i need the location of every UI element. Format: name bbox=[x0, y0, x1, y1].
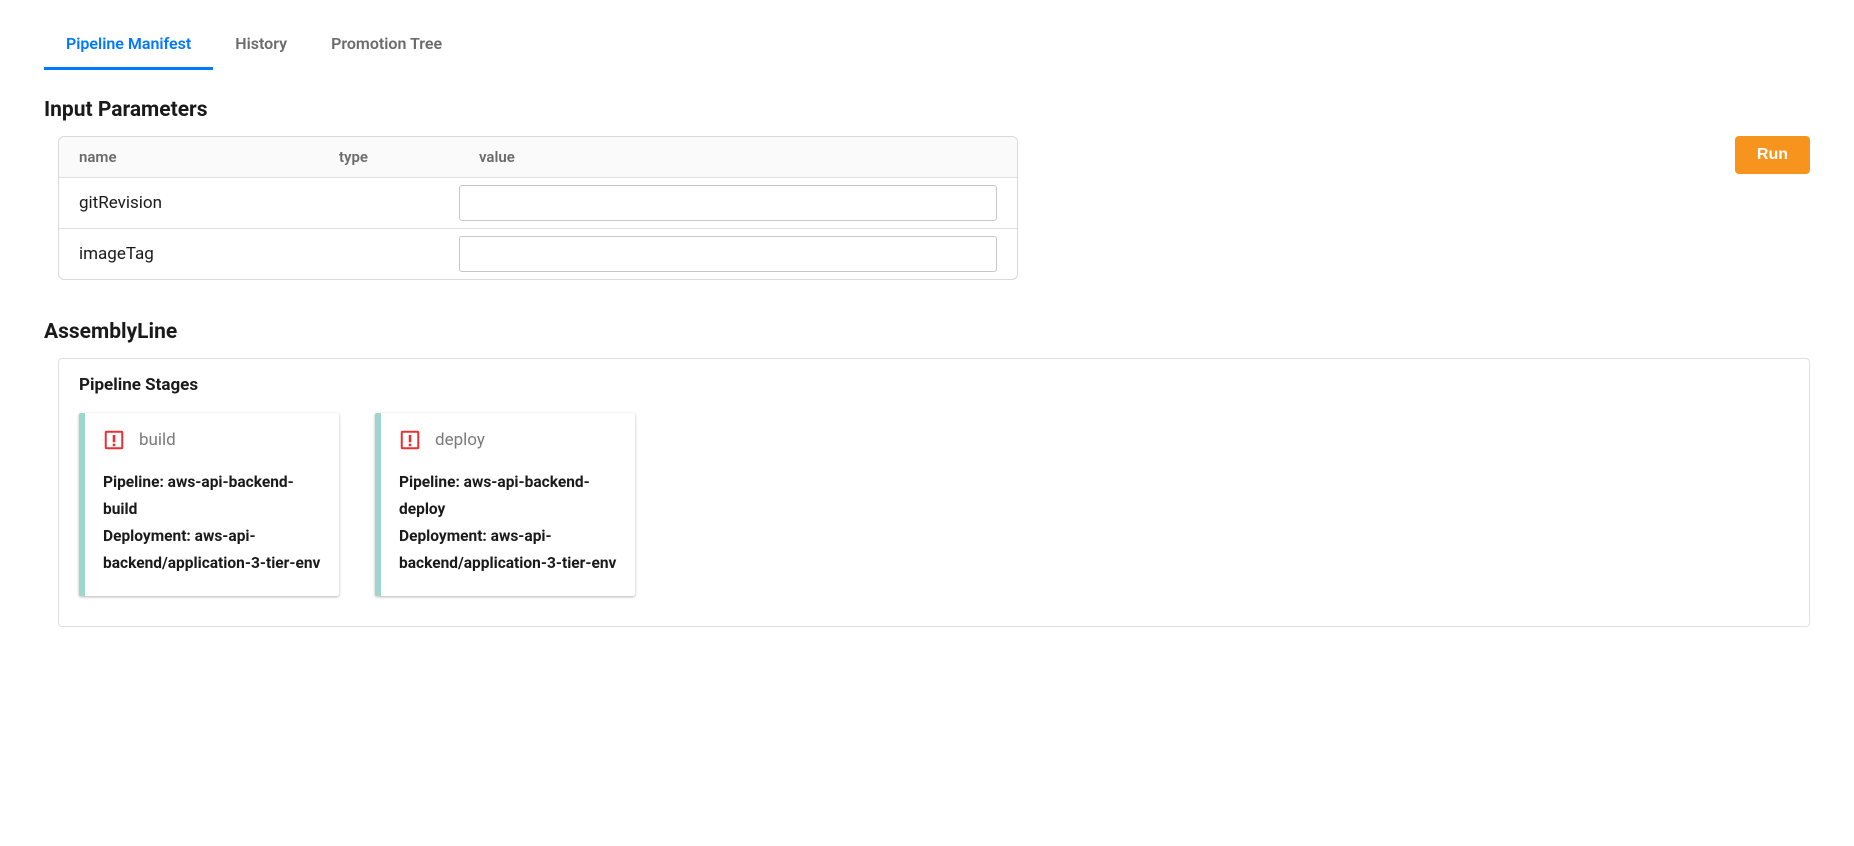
run-area: Run bbox=[1735, 136, 1810, 174]
warning-square-icon bbox=[399, 429, 421, 451]
stage-name: deploy bbox=[435, 430, 485, 450]
param-type bbox=[319, 192, 459, 214]
table-header-row: name type value bbox=[59, 137, 1017, 178]
param-name: imageTag bbox=[59, 233, 319, 275]
col-value: value bbox=[459, 137, 1017, 177]
param-value-cell bbox=[459, 229, 1017, 279]
tab-pipeline-manifest[interactable]: Pipeline Manifest bbox=[44, 20, 213, 70]
table-row: imageTag bbox=[59, 229, 1017, 279]
tab-promotion-tree[interactable]: Promotion Tree bbox=[309, 20, 464, 70]
stages-row: build Pipeline: aws-api-backend-build De… bbox=[79, 413, 1789, 596]
stage-card-deploy[interactable]: deploy Pipeline: aws-api-backend-deploy … bbox=[375, 413, 635, 596]
stage-head: build bbox=[103, 429, 321, 451]
warning-square-icon bbox=[103, 429, 125, 451]
pipeline-stages-title: Pipeline Stages bbox=[79, 375, 1789, 395]
input-parameters-heading: Input Parameters bbox=[44, 98, 1810, 122]
table-row: gitRevision bbox=[59, 178, 1017, 229]
col-name: name bbox=[59, 137, 319, 177]
stage-deployment-line: Deployment: aws-api-backend/application-… bbox=[399, 523, 617, 577]
stage-pipeline-line: Pipeline: aws-api-backend-build bbox=[103, 469, 321, 523]
tabs-bar: Pipeline Manifest History Promotion Tree bbox=[44, 20, 1810, 70]
tab-history[interactable]: History bbox=[213, 20, 309, 70]
param-type bbox=[319, 243, 459, 265]
param-value-cell bbox=[459, 178, 1017, 228]
deployment-label: Deployment: bbox=[103, 527, 195, 545]
run-button[interactable]: Run bbox=[1735, 136, 1810, 174]
input-parameters-row: name type value gitRevision imageTag Run bbox=[44, 136, 1810, 280]
stage-body: Pipeline: aws-api-backend-build Deployme… bbox=[103, 469, 321, 578]
stage-name: build bbox=[139, 430, 176, 450]
stage-body: Pipeline: aws-api-backend-deploy Deploym… bbox=[399, 469, 617, 578]
deployment-label: Deployment: bbox=[399, 527, 491, 545]
stage-deployment-line: Deployment: aws-api-backend/application-… bbox=[103, 523, 321, 577]
stage-pipeline-line: Pipeline: aws-api-backend-deploy bbox=[399, 469, 617, 523]
assemblyline-box: Pipeline Stages build Pipeline: aws-api-… bbox=[58, 358, 1810, 627]
stage-card-build[interactable]: build Pipeline: aws-api-backend-build De… bbox=[79, 413, 339, 596]
pipeline-label: Pipeline: bbox=[103, 473, 168, 491]
assemblyline-heading: AssemblyLine bbox=[44, 320, 1810, 344]
stage-head: deploy bbox=[399, 429, 617, 451]
param-value-input-imagetag[interactable] bbox=[459, 236, 997, 272]
param-name: gitRevision bbox=[59, 182, 319, 224]
param-value-input-gitrevision[interactable] bbox=[459, 185, 997, 221]
col-type: type bbox=[319, 137, 459, 177]
pipeline-label: Pipeline: bbox=[399, 473, 464, 491]
input-parameters-table: name type value gitRevision imageTag bbox=[58, 136, 1018, 280]
